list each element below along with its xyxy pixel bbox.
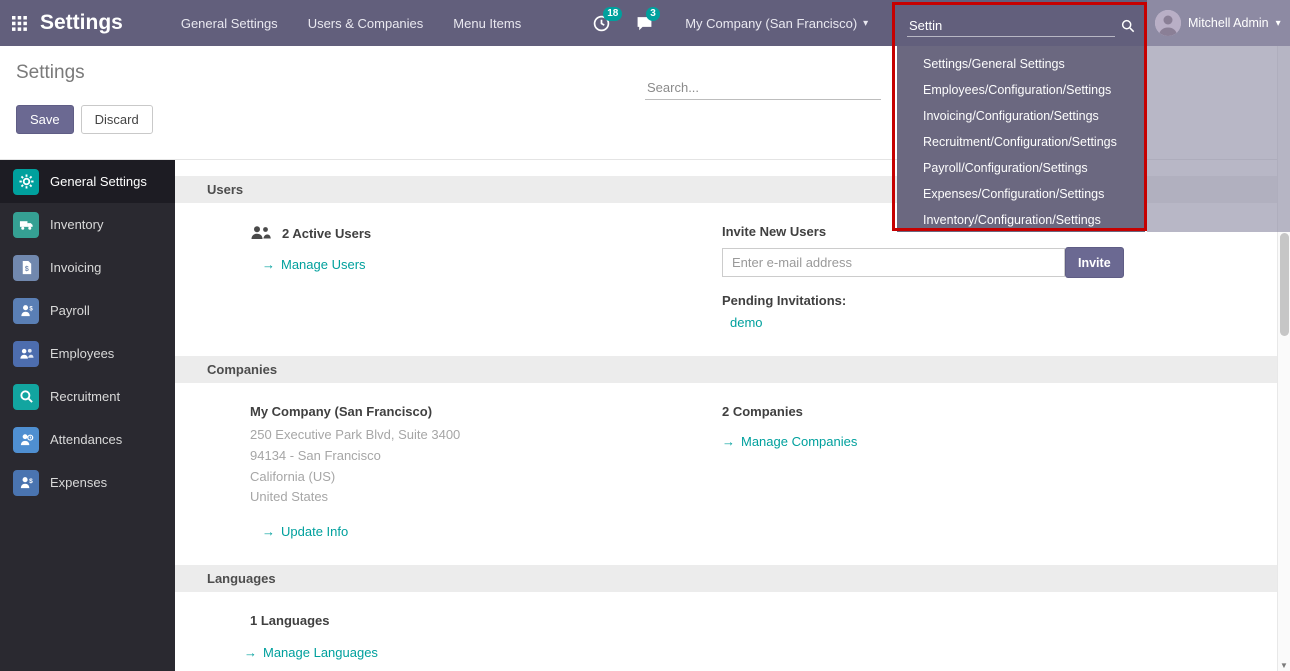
people-icon xyxy=(13,341,39,367)
pending-invitee[interactable]: demo xyxy=(722,315,1270,330)
nav-item-general-settings[interactable]: General Settings xyxy=(181,16,278,31)
svg-text:$: $ xyxy=(29,478,33,485)
address-line: 94134 - San Francisco xyxy=(250,446,722,467)
grid-icon xyxy=(12,16,27,31)
pending-invitations-label: Pending Invitations: xyxy=(722,293,1270,308)
navbar-menu: General Settings Users & Companies Menu … xyxy=(181,16,521,31)
company-address: 250 Executive Park Blvd, Suite 3400 9413… xyxy=(250,425,722,508)
users-group-icon xyxy=(250,224,272,242)
section-header-companies: Companies xyxy=(175,356,1290,383)
section-title: Users xyxy=(207,182,243,197)
caret-down-icon: ▾ xyxy=(863,18,868,29)
settings-form: Users 2 Active Users → Manage Users xyxy=(175,160,1290,671)
avatar-person-icon xyxy=(1155,10,1181,36)
search-result-item[interactable]: Inventory/Configuration/Settings xyxy=(897,207,1145,233)
arrow-right-icon: → xyxy=(262,257,275,272)
user-name: Mitchell Admin xyxy=(1188,16,1269,30)
arrow-right-icon: → xyxy=(244,645,257,660)
sidebar-item-label: Invoicing xyxy=(50,260,101,275)
menu-search-box xyxy=(897,0,1145,46)
expense-person-dollar-icon: $ xyxy=(13,470,39,496)
invoice-document-icon: $ xyxy=(13,255,39,281)
sidebar-item-attendances[interactable]: Attendances xyxy=(0,418,175,461)
invite-email-input[interactable] xyxy=(722,248,1065,277)
update-info-link[interactable]: → Update Info xyxy=(262,524,348,539)
sidebar-item-label: General Settings xyxy=(50,174,147,189)
scrollbar-down-arrow[interactable]: ▼ xyxy=(1278,661,1290,670)
address-line: 250 Executive Park Blvd, Suite 3400 xyxy=(250,425,722,446)
manage-companies-link[interactable]: → Manage Companies xyxy=(722,434,857,449)
company-name: My Company (San Francisco) xyxy=(685,16,857,31)
company-name: My Company (San Francisco) xyxy=(250,404,722,419)
sidebar-item-label: Expenses xyxy=(50,475,107,490)
arrow-right-icon: → xyxy=(262,524,275,539)
search-result-item[interactable]: Employees/Configuration/Settings xyxy=(897,77,1145,103)
caret-down-icon: ▾ xyxy=(1276,18,1281,29)
svg-text:$: $ xyxy=(29,306,33,313)
messages-button[interactable]: 3 xyxy=(636,15,653,32)
sidebar-item-label: Attendances xyxy=(50,432,122,447)
activities-badge: 18 xyxy=(603,7,622,21)
sidebar-item-label: Payroll xyxy=(50,303,90,318)
company-switcher[interactable]: My Company (San Francisco) ▾ xyxy=(685,16,868,31)
save-button[interactable]: Save xyxy=(16,105,74,134)
nav-item-menu-items[interactable]: Menu Items xyxy=(453,16,521,31)
section-companies: My Company (San Francisco) 250 Executive… xyxy=(175,383,1290,565)
sidebar-item-label: Inventory xyxy=(50,217,103,232)
app-title[interactable]: Settings xyxy=(40,11,123,35)
sidebar-item-general-settings[interactable]: General Settings xyxy=(0,160,175,203)
invite-button[interactable]: Invite xyxy=(1065,247,1124,278)
menu-search-dropdown: Settings/General Settings Employees/Conf… xyxy=(897,0,1145,232)
sidebar-item-inventory[interactable]: Inventory xyxy=(0,203,175,246)
search-result-item[interactable]: Recruitment/Configuration/Settings xyxy=(897,129,1145,155)
record-search-input[interactable] xyxy=(645,76,881,100)
address-line: California (US) xyxy=(250,467,722,488)
attendance-person-clock-icon xyxy=(13,427,39,453)
scrollbar-thumb[interactable] xyxy=(1280,233,1289,336)
search-icon[interactable] xyxy=(1121,19,1135,33)
manage-users-link[interactable]: → Manage Users xyxy=(262,257,366,272)
search-result-item[interactable]: Settings/General Settings xyxy=(897,51,1145,77)
active-users-count: 2 Active Users xyxy=(282,226,371,241)
sidebar-item-employees[interactable]: Employees xyxy=(0,332,175,375)
menu-search-results: Settings/General Settings Employees/Conf… xyxy=(897,46,1145,232)
sidebar-item-expenses[interactable]: $ Expenses xyxy=(0,461,175,504)
nav-item-users-companies[interactable]: Users & Companies xyxy=(308,16,424,31)
svg-text:$: $ xyxy=(24,266,28,273)
menu-overlay-backdrop xyxy=(1147,46,1290,232)
section-title: Companies xyxy=(207,362,277,377)
section-title: Languages xyxy=(207,571,276,586)
user-menu[interactable]: Mitchell Admin ▾ xyxy=(1147,0,1290,46)
discard-button[interactable]: Discard xyxy=(81,105,153,134)
payroll-person-icon: $ xyxy=(13,298,39,324)
navbar-systray: 18 3 xyxy=(593,15,653,32)
address-line: United States xyxy=(250,487,722,508)
gear-icon xyxy=(13,169,39,195)
activities-button[interactable]: 18 xyxy=(593,15,610,32)
manage-languages-link[interactable]: → Manage Languages xyxy=(244,645,378,660)
messages-badge: 3 xyxy=(646,7,660,21)
section-header-languages: Languages xyxy=(175,565,1290,592)
languages-count: 1 Languages xyxy=(250,613,722,628)
sidebar-item-recruitment[interactable]: Recruitment xyxy=(0,375,175,418)
sidebar-item-label: Recruitment xyxy=(50,389,120,404)
menu-search-input[interactable] xyxy=(907,15,1115,37)
settings-sidebar: General Settings Inventory $ Invoicing $… xyxy=(0,160,175,671)
section-languages: 1 Languages → Manage Languages xyxy=(175,592,1290,671)
sidebar-item-label: Employees xyxy=(50,346,114,361)
avatar xyxy=(1155,10,1181,36)
sidebar-item-payroll[interactable]: $ Payroll xyxy=(0,289,175,332)
search-result-item[interactable]: Payroll/Configuration/Settings xyxy=(897,155,1145,181)
search-result-item[interactable]: Expenses/Configuration/Settings xyxy=(897,181,1145,207)
magnifier-icon xyxy=(13,384,39,410)
apps-menu-icon[interactable] xyxy=(0,16,40,31)
search-result-item[interactable]: Invoicing/Configuration/Settings xyxy=(897,103,1145,129)
companies-count: 2 Companies xyxy=(722,404,1270,419)
record-search xyxy=(645,76,881,100)
truck-icon xyxy=(13,212,39,238)
arrow-right-icon: → xyxy=(722,434,735,449)
sidebar-item-invoicing[interactable]: $ Invoicing xyxy=(0,246,175,289)
